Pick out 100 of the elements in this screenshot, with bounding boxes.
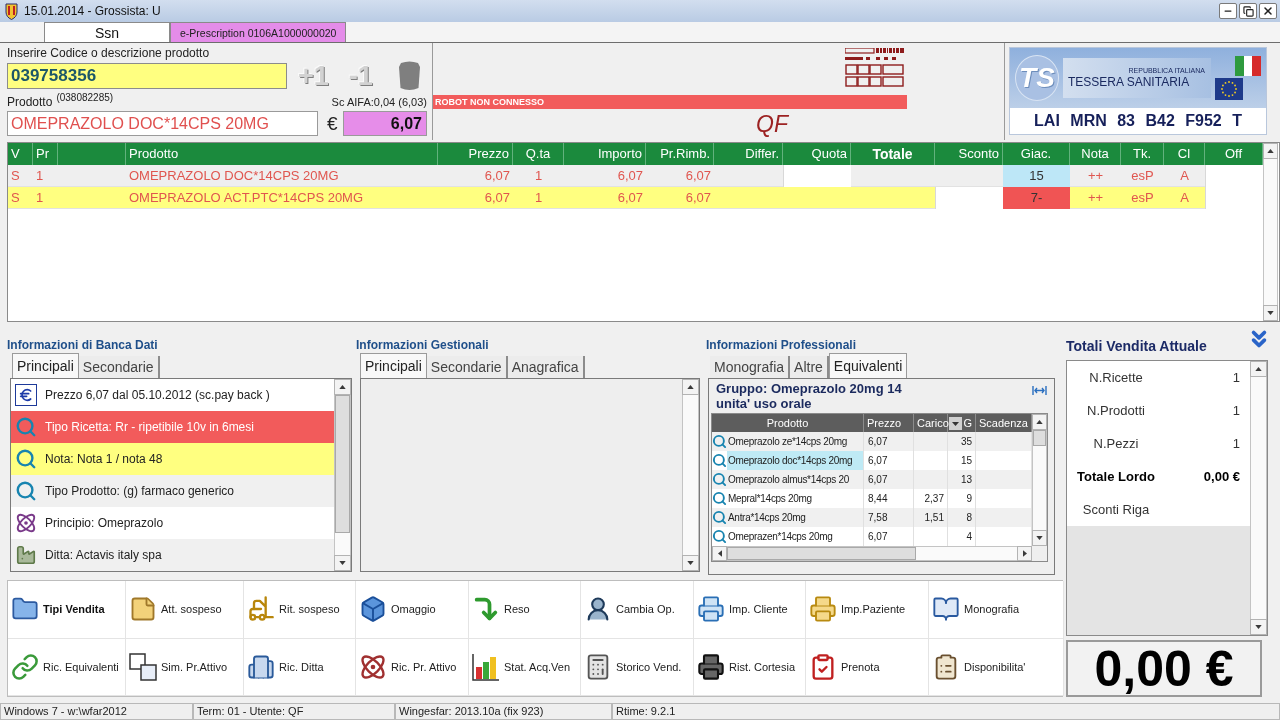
code-input[interactable]: 039758356 [7,63,287,89]
scrollbar-thumb[interactable] [335,395,350,533]
scroll-down-button[interactable] [1250,619,1267,635]
action-button[interactable]: Tipi Vendita [8,581,126,639]
triangle-down-icon [339,561,346,565]
action-button[interactable]: Imp. Cliente [694,581,806,639]
scroll-left-button[interactable] [712,546,727,561]
panel-tab[interactable]: Equivalenti [828,353,908,378]
scroll-up-button[interactable] [1263,143,1278,159]
action-button[interactable]: Rist. Cortesia [694,638,806,696]
search-icon [15,416,37,438]
panel-tab[interactable]: Secondarie [426,356,508,378]
action-button[interactable]: Att. sospeso [126,581,244,639]
table-cell-text: 1 [35,167,45,185]
action-button[interactable]: Sim. Pr.Attivo [126,638,244,696]
restore-button[interactable] [1239,3,1257,19]
link-icon [11,652,39,681]
currency-symbol: € [327,112,338,135]
action-button[interactable]: Prenota [806,638,929,696]
table-cell-text: 6,07 [616,189,644,207]
product-name[interactable]: Omeprazolo doc*14cps 20mg [727,451,863,470]
grid-row[interactable]: Omeprazolo ze*14cps 20mg 6,07 35 [712,432,1032,451]
dropdown-icon[interactable] [949,416,962,430]
action-button[interactable]: Disponibilita' [929,638,1064,696]
column-header[interactable]: Carico [917,416,949,430]
action-button[interactable]: Monografia [929,581,1064,639]
printer-icon [697,652,725,681]
grid-row[interactable]: Omeprazolo almus*14cps 20 6,07 13 [712,470,1032,489]
table-cell-text: 6,07 [483,189,511,207]
action-button[interactable]: Ric. Equivalenti [8,638,126,696]
scroll-down-button[interactable] [1263,305,1278,321]
product-name-field[interactable]: OMEPRAZOLO DOC*14CPS 20MG [7,111,318,136]
scroll-right-button[interactable] [1017,546,1032,561]
column-header[interactable]: Prezzo [867,416,902,430]
column-header[interactable]: Prodotto [766,416,809,430]
info-row[interactable]: Nota: Nota 1 / nota 48 [11,443,334,475]
grid-row[interactable]: Antra*14cps 20mg 7,58 1,51 8 [712,508,1032,527]
table-row[interactable]: S 1 OMEPRAZOLO ACT.PTC*14CPS 20MG 6,07 1 6,07 6,07 7- ++ esP A [8,187,1263,209]
status-panel: Windows 7 - w:\wfar2012 [0,703,193,720]
minimize-button[interactable] [1219,3,1237,19]
product-name[interactable]: Mepral*14cps 20mg [727,489,863,508]
bin-icon[interactable] [397,61,421,91]
panel-tab[interactable]: Altre [790,356,829,378]
panel-tab[interactable]: Principali [360,353,427,378]
info-row[interactable]: Tipo Prodotto: (g) farmaco generico [11,475,334,507]
scrollbar-thumb[interactable] [1033,430,1046,446]
scroll-down-button[interactable] [334,555,351,571]
grid-row[interactable]: Mepral*14cps 20mg 8,44 2,37 9 [712,489,1032,508]
product-name[interactable]: Omeprazolo ze*14cps 20mg [727,432,863,451]
table-cell-text: 1 [35,189,45,207]
action-button[interactable]: Ric. Pr. Attivo [356,638,469,696]
table-row[interactable]: S 1 OMEPRAZOLO DOC*14CPS 20MG 6,07 1 6,07 6,07 15 ++ esP A [8,165,1263,187]
panel-tab[interactable]: Anagrafica [507,356,585,378]
product-name[interactable]: Omeprazen*14cps 20mg [727,527,863,546]
action-button[interactable]: Cambia Op. [581,581,694,639]
panel-tab[interactable]: Monografia [710,356,791,378]
printer-icon [697,595,725,624]
totals-title: Totali Vendita Attuale [1066,338,1207,354]
scrollbar-thumb[interactable] [727,547,916,560]
grid-row[interactable]: Omeprazen*14cps 20mg 6,07 4 [712,527,1032,546]
price-field[interactable]: 6,07 [343,111,427,136]
total-label: N.Pezzi [1092,434,1140,453]
table-cell-text: 1 [533,189,544,207]
product-name[interactable]: Antra*14cps 20mg [727,508,863,527]
panel-heading: Informazioni Gestionali [356,338,489,352]
column-header[interactable]: Scadenza [979,416,1028,430]
table-cell-text: esP [1130,189,1155,207]
scroll-up-button[interactable] [682,379,699,395]
table-cell-text: ++ [1086,189,1105,207]
action-button[interactable]: Stat. Acq.Ven [469,638,581,696]
document-tab[interactable]: e-Prescription 0106A1000000020 [170,22,347,42]
document-tab[interactable]: Ssn [44,22,170,42]
info-row[interactable]: Ditta: Actavis italy spa [11,539,334,571]
stock-cell: 7- [1003,187,1070,209]
action-button[interactable]: Ric. Ditta [244,638,356,696]
scroll-up-button[interactable] [1032,414,1047,430]
table-cell-text: S [10,189,21,207]
action-button[interactable]: Imp.Paziente [806,581,929,639]
scroll-up-button[interactable] [1250,361,1267,377]
column-header[interactable]: G [963,416,972,430]
scroll-down-button[interactable] [682,555,699,571]
panel-tab[interactable]: Secondarie [78,356,160,378]
info-text: Principio: Omeprazolo [45,515,164,532]
action-button[interactable]: Rit. sospeso [244,581,356,639]
triangle-down-icon [1255,625,1262,629]
status-panel: Term: 01 - Utente: QF [193,703,395,720]
table-cell-text: S [10,167,21,185]
scroll-up-button[interactable] [334,379,351,395]
action-button[interactable]: Storico Vend. [581,638,694,696]
close-button[interactable] [1259,3,1277,19]
expand-horizontal-icon[interactable] [1032,386,1047,395]
product-name[interactable]: Omeprazolo almus*14cps 20 [727,470,863,489]
grid-row[interactable]: Omeprazolo doc*14cps 20mg 6,07 15 [712,451,1032,470]
action-button[interactable]: Omaggio [356,581,469,639]
panel-tab[interactable]: Principali [12,353,79,378]
scroll-down-button[interactable] [1032,530,1047,546]
box-icon [359,595,387,624]
triangle-down-icon [1267,311,1274,315]
eu-flag-icon [1215,78,1243,100]
action-button[interactable]: Reso [469,581,581,639]
